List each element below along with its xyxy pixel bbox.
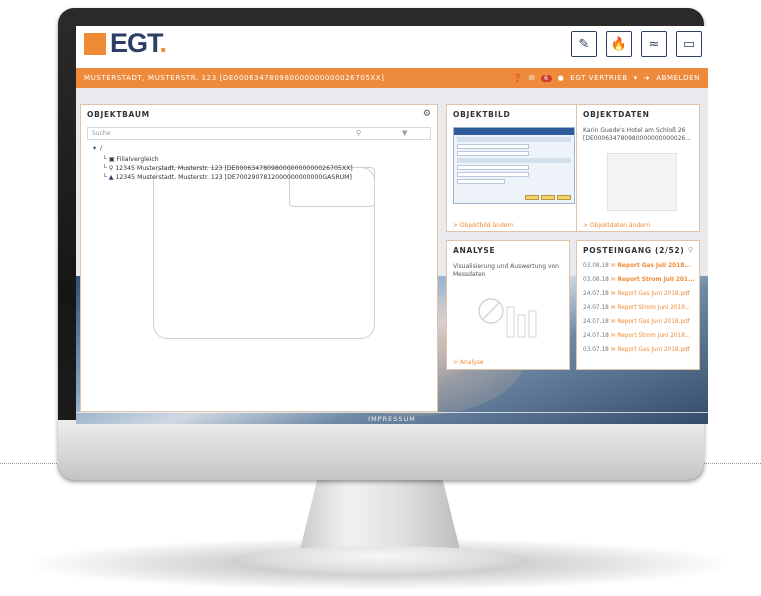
brand-logo[interactable]: EGT. bbox=[110, 28, 167, 59]
search-icon[interactable]: ⚲ bbox=[688, 246, 693, 254]
tree-root[interactable]: ▾ / bbox=[93, 145, 102, 152]
search-icon[interactable]: ⚲ bbox=[356, 129, 361, 137]
posteingang-title: POSTEINGANG (2/52) bbox=[583, 246, 685, 255]
flame-icon[interactable]: 🔥 bbox=[606, 31, 632, 57]
screen: EGT. ✎ 🔥 ≈ ▭ MUSTERSTADT, MUSTERSTR. 123… bbox=[76, 26, 708, 424]
inbox-item[interactable]: 03.08.18 ✉ Report Strom Juli 201... bbox=[583, 277, 695, 283]
user-menu[interactable]: EGT VERTRIEB bbox=[570, 74, 627, 82]
inbox-item[interactable]: 24.07.18 ✉ Report Strom Juni 2018... bbox=[583, 333, 690, 339]
logout-icon: ➜ bbox=[643, 74, 651, 82]
mail-icon[interactable]: ✉ bbox=[529, 74, 535, 82]
compare-icon: ▣ bbox=[108, 156, 115, 163]
analyse-title: ANALYSE bbox=[453, 246, 496, 255]
document-icon[interactable]: ✎ bbox=[571, 31, 597, 57]
document-placeholder-icon bbox=[607, 153, 677, 211]
object-image-thumbnail[interactable] bbox=[453, 127, 575, 204]
impressum-link[interactable]: IMPRESSUM bbox=[76, 415, 708, 423]
monitor-chin bbox=[58, 420, 704, 480]
chevron-down-icon[interactable]: ▾ bbox=[634, 74, 638, 82]
analyse-panel: ANALYSE Visualisierung und Auswertung vo… bbox=[446, 240, 570, 370]
monitor-mockup: EGT. ✎ 🔥 ≈ ▭ MUSTERSTADT, MUSTERSTR. 123… bbox=[0, 0, 761, 596]
flame-icon: ▲ bbox=[108, 174, 114, 181]
objektdaten-panel: OBJEKTDATEN Karin Guede's Hotel am Schlo… bbox=[576, 104, 700, 232]
inbox-item[interactable]: 24.07.18 ✉ Report Gas Juni 2018.pdf bbox=[583, 319, 690, 325]
collapse-icon[interactable]: ▾ bbox=[93, 145, 96, 152]
tree-search-input[interactable]: Suche ⚲ ▼ bbox=[87, 127, 431, 140]
logout-link[interactable]: ABMELDEN bbox=[656, 74, 700, 82]
top-bar: EGT. ✎ 🔥 ≈ ▭ bbox=[76, 26, 708, 68]
location-icon: ⚲ bbox=[108, 165, 114, 172]
analyse-link[interactable]: > Analyse bbox=[453, 359, 484, 366]
inbox-item[interactable]: 03.08.18 ✉ Report Gas Juli 2018... bbox=[583, 263, 691, 269]
waves-icon[interactable]: ≈ bbox=[641, 31, 667, 57]
change-object-image-link[interactable]: > Objektbild ändern bbox=[453, 222, 514, 229]
help-icon[interactable]: ❓ bbox=[513, 74, 522, 82]
inbox-item[interactable]: 24.07.18 ✉ Report Gas Juni 2018.pdf bbox=[583, 291, 690, 297]
filter-icon[interactable]: ▼ bbox=[402, 129, 407, 137]
context-bar: MUSTERSTADT, MUSTERSTR. 123 [DE000634780… bbox=[76, 68, 708, 88]
ghost-graphic-tab bbox=[289, 167, 375, 207]
gear-icon[interactable]: ⚙ bbox=[423, 109, 431, 119]
object-id: [DE000634780980000000000026... bbox=[583, 135, 692, 142]
objektbaum-title: OBJEKTBAUM bbox=[87, 110, 150, 119]
change-object-data-link[interactable]: > Objektdaten ändern bbox=[583, 222, 650, 229]
user-area: ❓ ✉ 6 ● EGT VERTRIEB ▾ ➜ ABMELDEN bbox=[513, 74, 700, 82]
objektbild-title: OBJEKTBILD bbox=[453, 110, 511, 119]
analyse-description-2: Messdaten bbox=[453, 271, 486, 278]
chart-placeholder-icon bbox=[478, 298, 537, 338]
monitor-stand-base bbox=[232, 546, 528, 576]
current-object-address[interactable]: MUSTERSTADT, MUSTERSTR. 123 [DE000634780… bbox=[84, 74, 385, 82]
object-name: Karin Guede's Hotel am Schloß 26 bbox=[583, 127, 686, 134]
radiator-icon[interactable]: ▭ bbox=[676, 31, 702, 57]
logo-mark-icon bbox=[84, 33, 106, 55]
user-icon: ● bbox=[557, 74, 565, 82]
top-icon-group: ✎ 🔥 ≈ ▭ bbox=[571, 31, 702, 57]
inbox-item[interactable]: 03.07.18 ✉ Report Gas Juni 2018.pdf bbox=[583, 347, 690, 353]
tree-item[interactable]: └ ⚲ 12345 Musterstadt, Musterstr. 123 [D… bbox=[103, 165, 353, 172]
objektdaten-title: OBJEKTDATEN bbox=[583, 110, 650, 119]
footer-divider bbox=[76, 412, 708, 413]
tree-item[interactable]: └ ▲ 12345 Musterstadt, Musterstr. 123 [D… bbox=[103, 174, 352, 181]
objektbild-panel: OBJEKTBILD > Objektbild ändern bbox=[446, 104, 582, 232]
posteingang-panel: POSTEINGANG (2/52) ⚲ 03.08.18 ✉ Report G… bbox=[576, 240, 700, 370]
objektbaum-panel: OBJEKTBAUM ⚙ Suche ⚲ ▼ ▾ / └ ▣ Filialver… bbox=[80, 104, 438, 412]
search-placeholder: Suche bbox=[92, 130, 111, 137]
tree-item[interactable]: └ ▣ Filialvergleich bbox=[103, 156, 159, 163]
analyse-description: Visualisierung und Auswertung von bbox=[453, 263, 559, 270]
notification-badge: 6 bbox=[541, 74, 552, 82]
inbox-item[interactable]: 24.07.18 ✉ Report Strom Juni 2018... bbox=[583, 305, 690, 311]
